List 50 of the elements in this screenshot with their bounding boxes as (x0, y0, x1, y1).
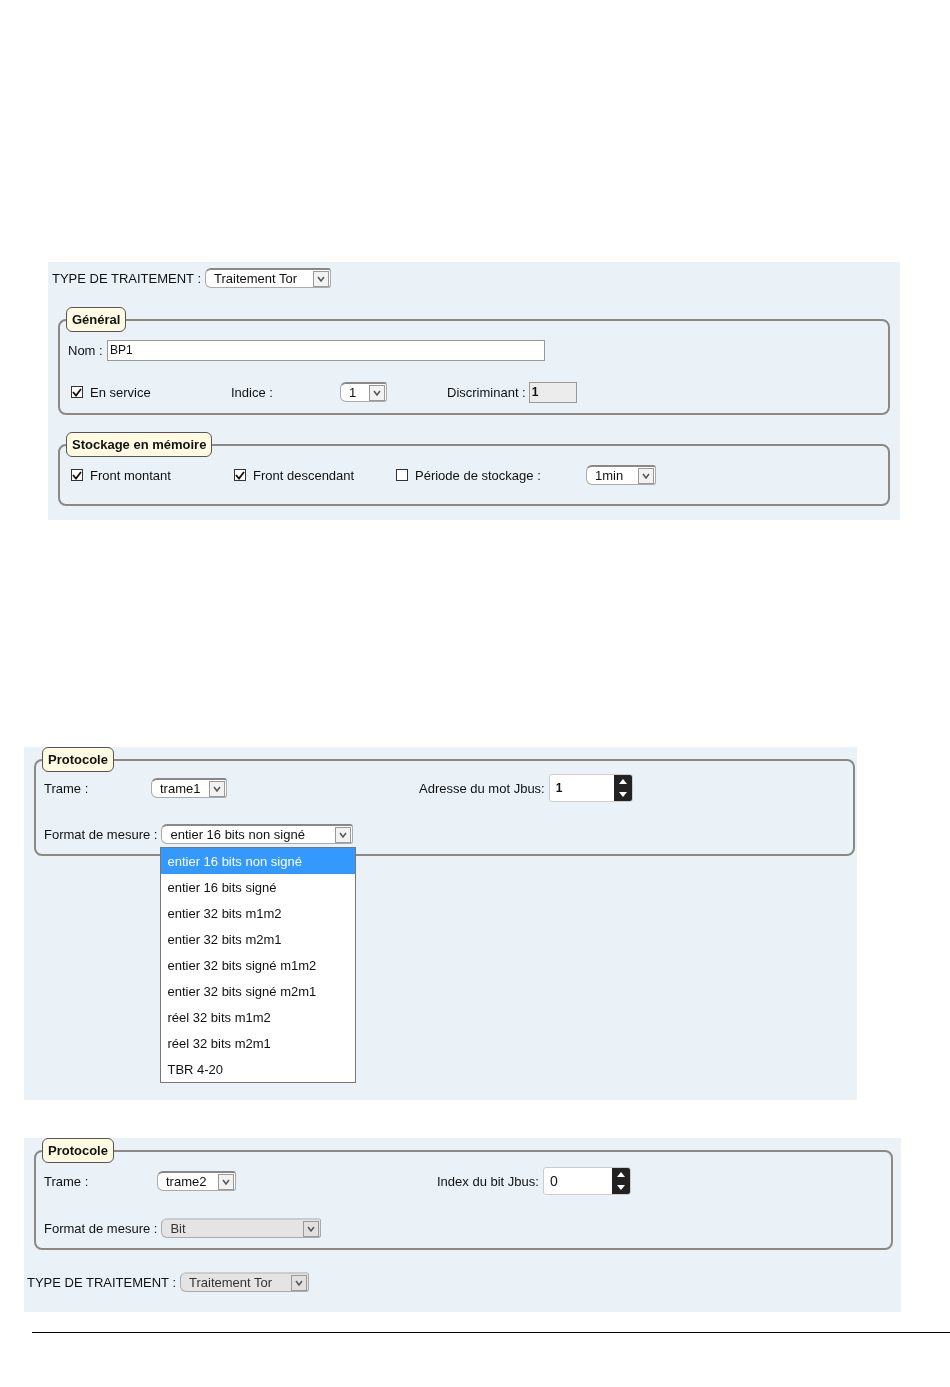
checkbox-label: Front montant (90, 467, 171, 483)
frame-select[interactable]: trame1 (151, 778, 227, 798)
field-label: TYPE DE TRAITEMENT : (27, 1274, 177, 1290)
field-label: Discriminant : (447, 384, 526, 400)
section-legend: Stockage en mémoire (66, 432, 213, 457)
up-arrow-icon (618, 779, 627, 784)
section-legend: Protocole (42, 1138, 114, 1163)
format-select[interactable]: entier 16 bits non signé (161, 824, 354, 844)
number-field[interactable]: 1 (548, 774, 633, 802)
field-label: Nom : (68, 342, 103, 358)
down-arrow-icon (616, 1185, 625, 1190)
caret-icon (307, 1225, 316, 1232)
field-label: Trame : (44, 1173, 89, 1189)
field-label: TYPE DE TRAITEMENT : (52, 270, 202, 286)
section-legend: Protocole (42, 747, 114, 772)
field-label: Format de mesure : (44, 826, 158, 842)
caret-icon (222, 1178, 230, 1185)
caret-icon (213, 785, 221, 792)
spinner-buttons[interactable] (611, 1168, 630, 1194)
checkbox-label: Front descendant (253, 467, 355, 483)
frame-select[interactable]: trame2 (157, 1171, 236, 1191)
down-arrow-icon (618, 792, 627, 797)
field-label: Trame : (44, 780, 89, 796)
caret-icon (295, 1279, 304, 1286)
number-field[interactable]: 0 (542, 1167, 631, 1195)
checkbox[interactable] (71, 469, 83, 481)
caret-icon (339, 831, 348, 838)
field-label: Index du bit Jbus: (437, 1173, 539, 1189)
field-label: Adresse du mot Jbus: (419, 780, 545, 796)
treatment-type-select[interactable]: Traitement Tor (205, 268, 332, 288)
checkbox[interactable] (234, 469, 246, 481)
checkmark-icon (72, 470, 82, 480)
caret-icon (373, 389, 381, 396)
caret-icon (317, 275, 326, 282)
field-label: Format de mesure : (44, 1220, 158, 1236)
checkbox[interactable] (396, 469, 408, 481)
spinner-buttons[interactable] (613, 775, 632, 801)
name-field[interactable]: BP1 (107, 339, 545, 361)
caret-icon (642, 472, 650, 479)
checkmark-icon (235, 470, 245, 480)
checkbox-label: En service (90, 384, 151, 400)
checkbox[interactable] (71, 386, 83, 398)
up-arrow-icon (616, 1172, 625, 1177)
discriminator-field: 1 (528, 381, 577, 403)
index-select[interactable]: 1 (340, 382, 387, 402)
period-select[interactable]: 1min (586, 465, 656, 485)
field-label: Indice : (231, 384, 273, 400)
section-legend: Général (66, 307, 127, 332)
checkbox-label: Période de stockage : (415, 467, 541, 483)
checkmark-icon (72, 387, 82, 397)
